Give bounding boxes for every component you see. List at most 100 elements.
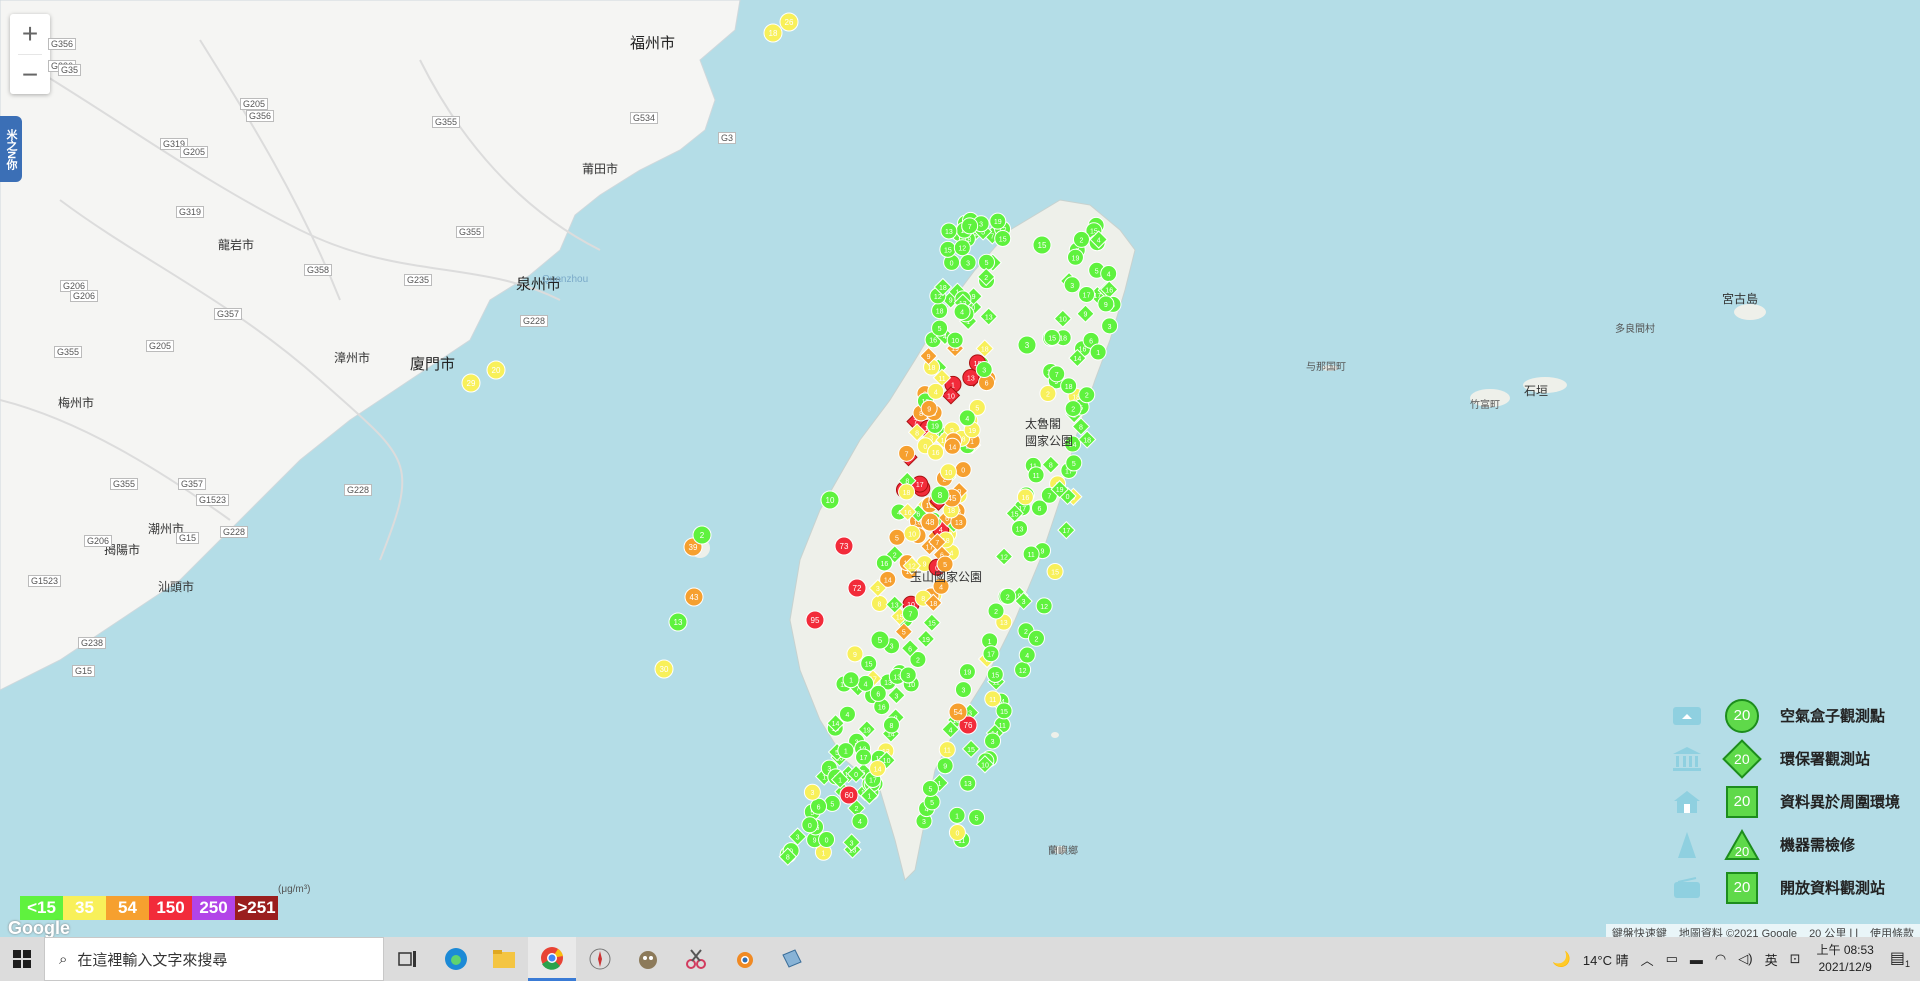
station-marker[interactable]: 7 (902, 604, 920, 622)
station-marker[interactable]: 11 (938, 741, 956, 759)
station-marker[interactable]: 10 (939, 463, 957, 481)
station-marker[interactable]: 3 (975, 361, 993, 379)
station-marker[interactable]: 1 (837, 742, 855, 760)
station-marker[interactable]: 4 (838, 705, 856, 723)
station-marker[interactable]: 15 (860, 655, 878, 673)
station-marker-labelled[interactable]: 15 (1032, 235, 1052, 255)
station-marker[interactable]: 5 (823, 794, 841, 812)
station-marker-labelled[interactable]: 10 (820, 490, 840, 510)
station-marker[interactable]: 7 (898, 444, 916, 462)
station-marker[interactable]: 3 (1101, 317, 1119, 335)
station-marker[interactable]: 5 (978, 253, 996, 271)
chevron-up-icon[interactable]: ︿ (1641, 950, 1654, 969)
station-marker[interactable]: 11 (984, 690, 1002, 708)
station-marker[interactable]: 19 (989, 212, 1007, 230)
station-marker[interactable]: 9 (846, 645, 864, 663)
ime-indicator[interactable]: 英 (1765, 950, 1778, 969)
station-marker-labelled[interactable]: 8 (930, 485, 950, 505)
station-marker[interactable]: 6 (869, 684, 887, 702)
station-marker[interactable]: 17 (1057, 520, 1076, 540)
taskbar-search-box[interactable]: ⌕ 在這裡輸入文字來搜尋 (44, 937, 384, 981)
station-marker[interactable]: 10 (946, 331, 964, 349)
station-marker[interactable]: 2 (999, 587, 1017, 605)
station-marker[interactable]: 19 (958, 663, 976, 681)
station-marker-labelled[interactable]: 13 (668, 612, 688, 632)
station-marker[interactable]: 5 (1065, 454, 1083, 472)
notification-icon[interactable]: ▤1 (1890, 948, 1910, 969)
station-marker[interactable]: 13 (959, 774, 977, 792)
station-marker[interactable]: 15 (1043, 328, 1061, 346)
gimp-icon[interactable] (624, 937, 672, 981)
station-marker[interactable]: 4 (1100, 265, 1118, 283)
station-marker-labelled[interactable]: 26 (779, 12, 799, 32)
map-canvas[interactable]: 1051313191517130851711771751312708610101… (0, 0, 1920, 937)
station-marker[interactable]: 13 (940, 222, 958, 240)
compass-app-icon[interactable] (576, 937, 624, 981)
station-marker[interactable]: 1 (948, 806, 966, 824)
station-marker-labelled[interactable]: 20 (486, 360, 506, 380)
station-marker-labelled[interactable]: 5 (870, 630, 890, 650)
station-marker[interactable]: 2 (1039, 385, 1057, 403)
station-marker[interactable]: 5 (921, 779, 939, 797)
ime-mode-icon[interactable]: ⊡ (1790, 951, 1801, 967)
station-marker[interactable]: 3 (984, 732, 1002, 750)
station-marker[interactable]: 2 (1027, 629, 1045, 647)
station-marker-labelled[interactable]: 3 (1017, 335, 1037, 355)
station-marker[interactable]: 4 (851, 812, 869, 830)
station-marker[interactable]: 10 (903, 524, 921, 542)
station-marker[interactable]: 16 (927, 443, 945, 461)
station-marker[interactable]: 14 (943, 437, 961, 455)
station-marker-labelled[interactable]: 54 (948, 702, 968, 722)
zoom-in-button[interactable]: + (10, 14, 50, 54)
side-panel-tab[interactable]: 米之N你 (0, 116, 22, 182)
station-marker[interactable]: 19 (1066, 248, 1084, 266)
task-view-icon[interactable] (384, 937, 432, 981)
station-marker[interactable]: 15 (939, 240, 957, 258)
weather-text[interactable]: 14°C 晴 (1583, 950, 1629, 969)
station-marker[interactable]: 11 (1027, 466, 1045, 484)
station-marker[interactable]: 15 (961, 739, 981, 759)
snipping-tool-icon[interactable] (672, 937, 720, 981)
station-marker[interactable]: 8 (882, 716, 900, 734)
station-marker[interactable]: 12 (1014, 661, 1032, 679)
station-marker[interactable]: 16 (875, 554, 893, 572)
station-marker-labelled[interactable]: 60 (839, 785, 859, 805)
station-marker[interactable]: 17 (982, 645, 1000, 663)
network-icon[interactable]: ▭ (1666, 951, 1678, 967)
station-marker[interactable]: 1 (1089, 343, 1107, 361)
station-marker[interactable]: 17 (855, 748, 873, 766)
station-marker[interactable]: 16 (1016, 488, 1034, 506)
station-marker-labelled[interactable]: 73 (834, 536, 854, 556)
station-marker[interactable]: 3 (954, 681, 972, 699)
station-marker[interactable]: 15 (986, 665, 1004, 683)
station-marker[interactable]: 15 (994, 229, 1012, 247)
station-marker[interactable]: 0 (954, 461, 972, 479)
station-marker[interactable]: 4 (953, 303, 971, 321)
battery-icon[interactable]: ▬ (1690, 952, 1703, 967)
station-marker[interactable]: 4 (958, 409, 976, 427)
station-marker[interactable]: 9 (1097, 295, 1115, 313)
volume-icon[interactable]: ◁) (1738, 951, 1752, 967)
station-marker[interactable]: 11 (1022, 545, 1040, 563)
edge-icon[interactable] (432, 937, 480, 981)
station-marker[interactable]: 3 (959, 254, 977, 272)
station-marker[interactable]: 0 (818, 831, 836, 849)
station-marker[interactable]: 18 (931, 302, 949, 320)
station-marker[interactable]: 1 (842, 671, 860, 689)
station-marker[interactable]: 12 (953, 239, 971, 257)
station-marker-labelled[interactable]: 95 (805, 610, 825, 630)
station-marker[interactable]: 2 (987, 602, 1005, 620)
station-marker[interactable]: 8 (871, 594, 889, 612)
file-explorer-icon[interactable] (480, 937, 528, 981)
station-marker-labelled[interactable]: 2 (692, 525, 712, 545)
station-marker[interactable]: 2 (1078, 386, 1096, 404)
station-marker[interactable]: 15 (1046, 563, 1064, 581)
station-marker[interactable]: 3 (803, 783, 821, 801)
station-marker-labelled[interactable]: 30 (654, 659, 674, 679)
station-marker[interactable]: 7 (1048, 365, 1066, 383)
station-marker[interactable]: 7 (961, 217, 979, 235)
station-marker[interactable]: 5 (968, 809, 986, 827)
station-marker[interactable]: 9 (936, 757, 954, 775)
station-marker-labelled[interactable]: 18 (763, 23, 783, 43)
station-marker[interactable]: 4 (927, 382, 945, 400)
